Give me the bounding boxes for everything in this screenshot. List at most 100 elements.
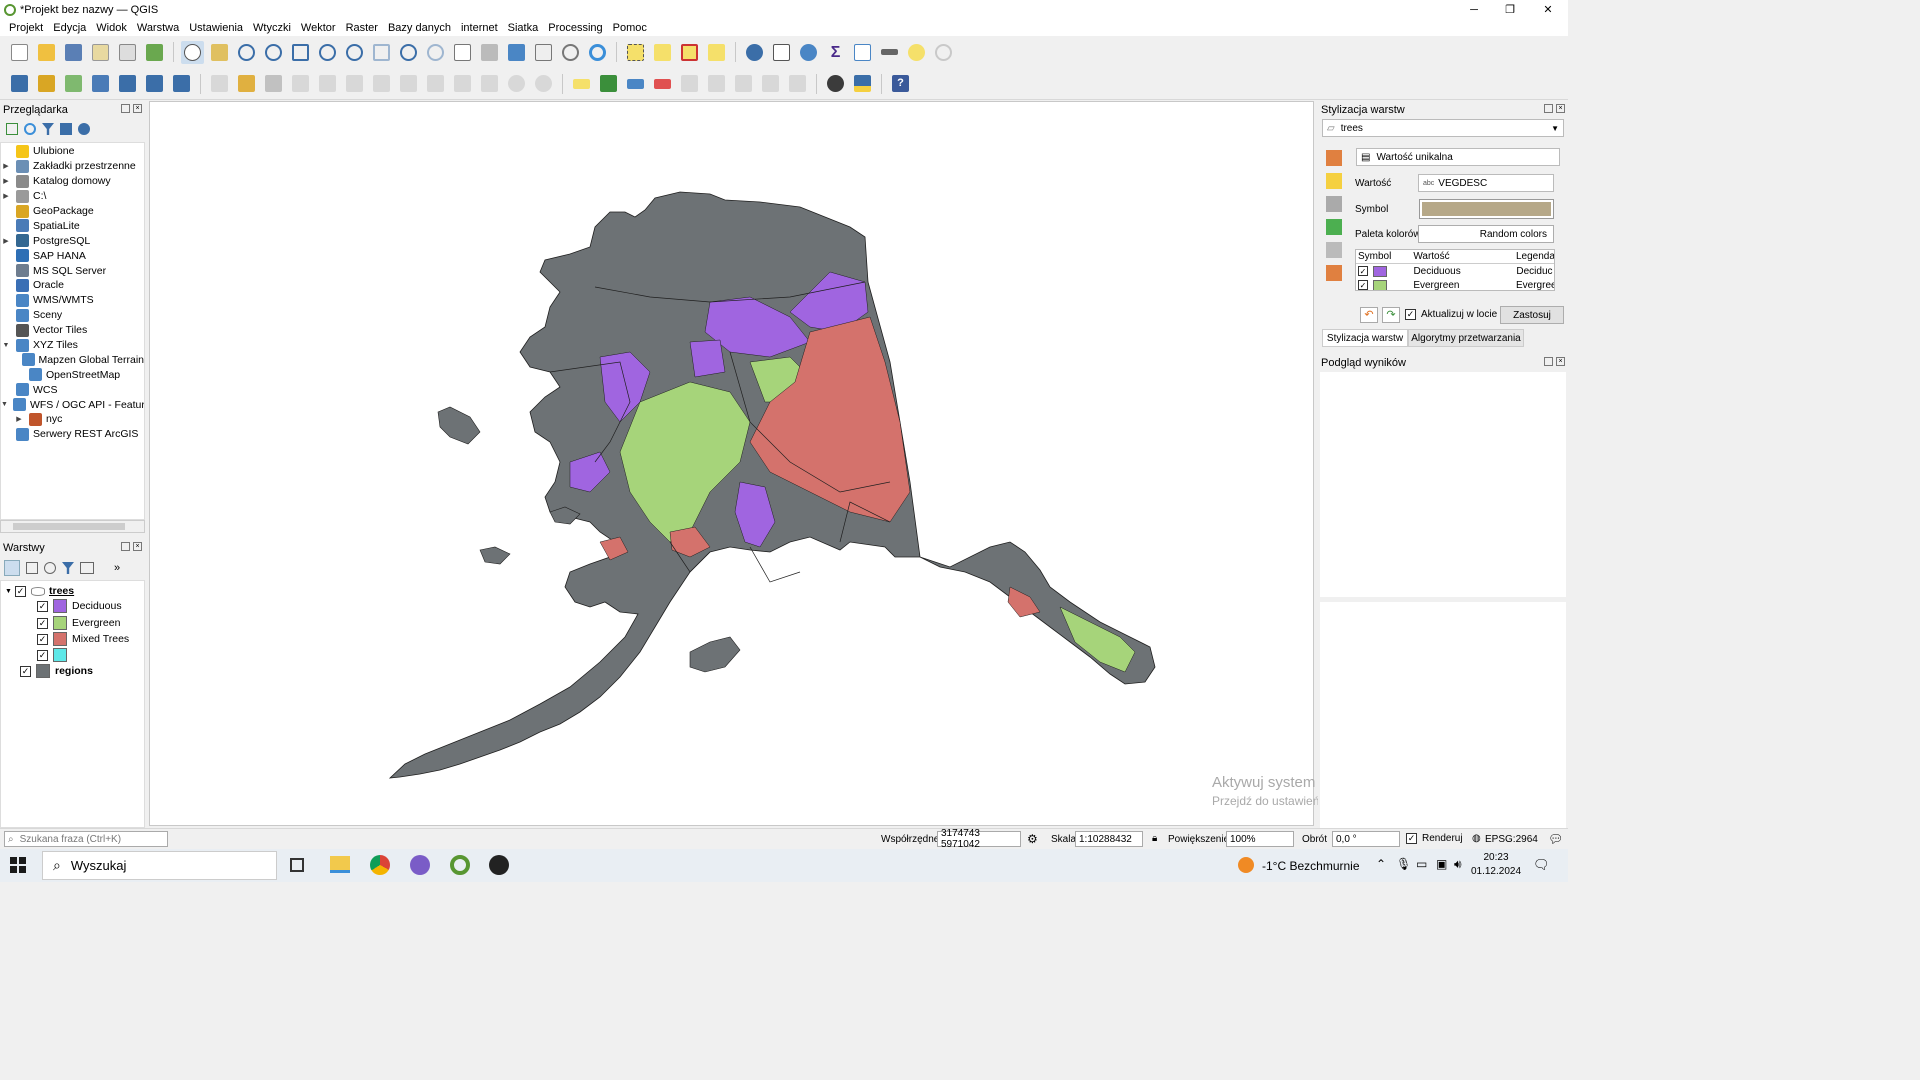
map-canvas[interactable] [149,101,1314,826]
new-mesh-layer-icon[interactable] [170,72,193,95]
notifications-icon[interactable]: 🗨︎ [1533,857,1550,873]
help-icon[interactable]: ? [889,72,912,95]
menu-wektor[interactable]: Wektor [296,22,341,34]
zoom-to-selection-icon[interactable] [316,41,339,64]
network-icon[interactable]: ▭ [1416,857,1427,871]
zoom-next-icon[interactable] [424,41,447,64]
class-checkbox[interactable]: ✓ [37,600,48,612]
windows-start-icon[interactable] [10,857,26,873]
coordinate-field[interactable]: 3174743 5971042 [937,828,1021,850]
expand-arrow-icon[interactable]: ▶ [1,162,11,170]
refresh-icon[interactable] [586,41,609,64]
menu-wtyczki[interactable]: Wtyczki [248,22,296,34]
task-view-icon[interactable] [290,858,304,872]
layout-manager-icon[interactable] [116,41,139,64]
menu-siatka[interactable]: Siatka [503,22,544,34]
select-features-icon[interactable] [624,41,647,64]
expand-arrow-icon[interactable]: ▶ [1,177,11,185]
legend-class-other[interactable]: ✓ [37,647,72,663]
live-update-checkbox[interactable]: ✓ [1405,309,1416,320]
modify-attributes-icon[interactable] [370,72,393,95]
render-checkbox[interactable]: ✓ [1406,833,1417,844]
chrome-profile-icon[interactable] [410,855,430,875]
menu-bazy-danych[interactable]: Bazy danych [383,22,456,34]
redo-style-icon[interactable]: ↷ [1382,307,1400,323]
browser-item[interactable]: ▼ XYZ Tiles [1,338,144,353]
float-icon[interactable] [121,104,130,113]
expand-arrow-icon[interactable]: ▶ [1,237,11,245]
layer-regions[interactable]: ✓ regions [20,663,93,679]
crs-button[interactable]: EPSG:2964 [1485,834,1538,845]
diagram-tool-icon[interactable] [597,72,620,95]
float-icon[interactable] [121,542,130,551]
select-location-icon[interactable] [705,41,728,64]
browser-item[interactable]: GeoPackage [1,204,144,219]
move-label-icon[interactable] [678,72,701,95]
browser-item[interactable]: WCS [1,382,144,397]
undo-style-icon[interactable]: ↶ [1360,307,1378,323]
chrome-icon[interactable] [370,855,390,875]
class-checkbox[interactable]: ✓ [37,617,48,629]
add-selected-icon[interactable] [6,123,18,135]
legend-class-deciduous[interactable]: ✓ Deciduous [37,598,122,614]
identify-icon[interactable] [743,41,766,64]
browser-item[interactable]: ▶ C:\ [1,189,144,204]
copy-features-icon[interactable] [451,72,474,95]
pan-to-selection-icon[interactable] [208,41,231,64]
browser-item[interactable]: ▶ nyc [1,412,144,427]
diagram-tab-icon[interactable] [1326,265,1342,281]
new-shapefile-icon[interactable] [62,72,85,95]
delete-selected-icon[interactable] [397,72,420,95]
attribute-table-icon[interactable] [770,41,793,64]
new-map-view-icon[interactable] [451,41,474,64]
browser-item[interactable]: SpatiaLite [1,218,144,233]
symbol-button[interactable] [1419,199,1554,219]
zoom-out-icon[interactable] [262,41,285,64]
render-toggle[interactable]: ✓ Renderuj [1406,833,1463,844]
taskbar-search[interactable]: ⌕ Wyszukaj [42,851,277,880]
float-icon[interactable] [1544,357,1553,366]
tray-chevron-icon[interactable]: ⌃ [1376,857,1386,871]
zoom-full-icon[interactable] [289,41,312,64]
open-table-icon[interactable] [851,41,874,64]
close-panel-icon[interactable]: × [1556,104,1565,113]
new-scratch-layer-icon[interactable] [116,72,139,95]
legend-class-mixed[interactable]: ✓ Mixed Trees [37,631,129,647]
new-3d-view-icon[interactable] [478,41,501,64]
float-icon[interactable] [1544,104,1553,113]
browser-item[interactable]: ▼ WFS / OGC API - Features [1,397,144,412]
clock-time[interactable]: 20:23 [1476,852,1516,863]
legend-class-evergreen[interactable]: ✓ Evergreen [37,615,120,631]
expand-arrow-icon[interactable]: ▼ [1,401,8,408]
tab-processing-algorithms[interactable]: Algorytmy przetwarzania [1408,329,1524,347]
renderer-select[interactable]: ▤ Wartość unikalna [1356,148,1560,166]
refresh-browser-icon[interactable] [24,123,36,135]
save-project-icon[interactable] [62,41,85,64]
maximize-button[interactable]: ❐ [1492,0,1528,19]
symbology-tab-icon[interactable] [1326,150,1342,166]
style-manager-icon[interactable] [143,41,166,64]
filter-expression-icon[interactable] [80,562,94,574]
pan-icon[interactable] [181,40,204,64]
osm-plugin-icon[interactable] [824,72,847,95]
deselect-icon[interactable] [678,41,701,64]
layer-styling-icon[interactable] [4,560,20,576]
value-field-select[interactable]: abc VEGDESC [1418,174,1554,192]
change-label-icon[interactable] [732,72,755,95]
print-layout-icon[interactable] [89,41,112,64]
edits-icon[interactable] [208,72,231,95]
filter-icon[interactable] [42,123,54,135]
paste-features-icon[interactable] [478,72,501,95]
layer-select[interactable]: ▱ trees ▼ [1322,119,1564,137]
media-player-icon[interactable] [489,855,509,875]
new-geopackage-icon[interactable] [35,72,58,95]
tab-layer-styling[interactable]: Stylizacja warstw [1322,329,1408,347]
volume-icon[interactable]: 🔊︎ [1454,857,1462,872]
live-update-toggle[interactable]: ✓ Aktualizuj w locie [1405,309,1497,320]
layer-visibility-checkbox[interactable]: ✓ [20,665,31,677]
processing-toolbox-icon[interactable] [797,41,820,64]
messages-icon[interactable]: 💬︎ [1548,832,1563,846]
browser-item[interactable]: WMS/WMTS [1,293,144,308]
zoom-last-icon[interactable] [397,41,420,64]
highlight-labels-icon[interactable] [651,72,674,95]
